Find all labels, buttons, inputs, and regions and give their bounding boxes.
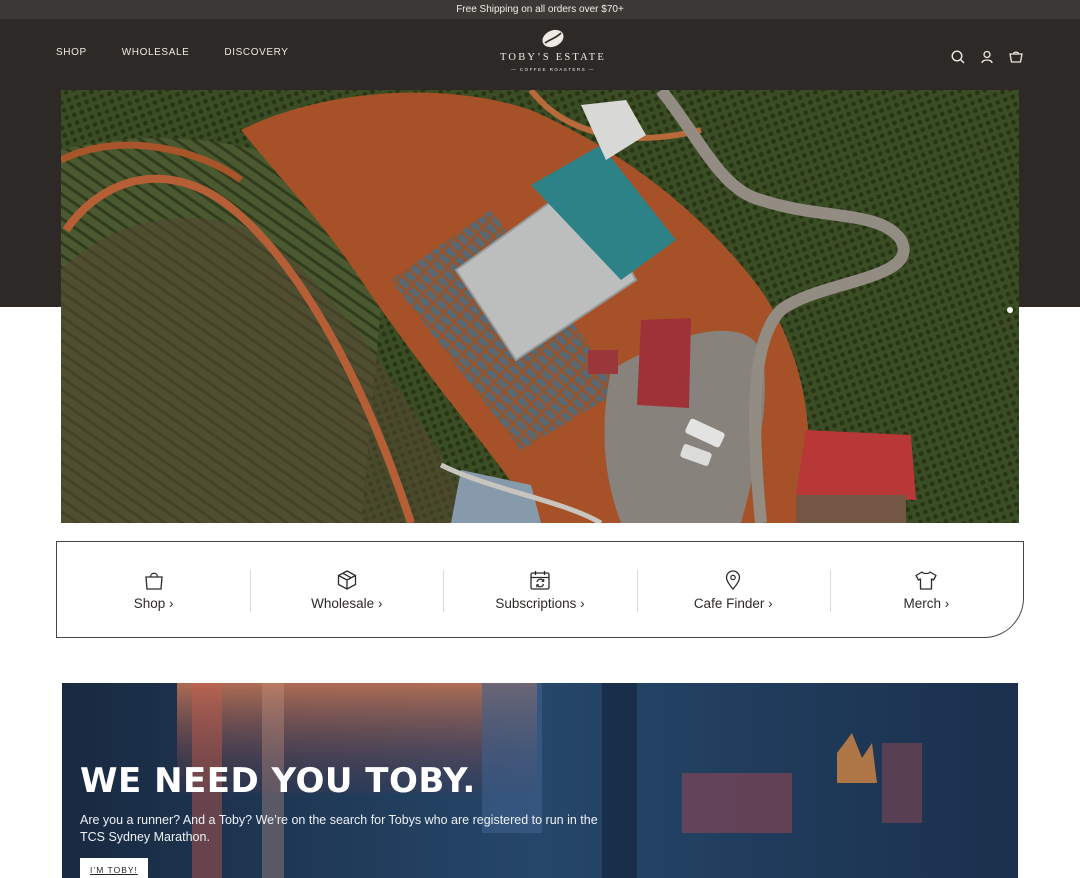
calendar-refresh-icon xyxy=(530,570,550,590)
promo-banner: WE NEED YOU TOBY. Are you a runner? And … xyxy=(62,683,1018,878)
im-toby-button[interactable]: I’M TOBY! xyxy=(80,858,148,878)
promo-body: Are you a runner? And a Toby? We’re on t… xyxy=(80,813,598,845)
promo-heading: WE NEED YOU TOBY. xyxy=(80,761,476,801)
site-logo[interactable]: TOBY’S ESTATE — COFFEE ROASTERS — xyxy=(490,29,616,81)
category-label: Shop › xyxy=(133,595,174,611)
nav-discovery[interactable]: DISCOVERY xyxy=(224,47,288,58)
box-icon xyxy=(337,569,356,590)
nav-shop[interactable]: SHOP xyxy=(56,47,87,58)
category-label: Merch › xyxy=(903,595,950,611)
main-nav: SHOP WHOLESALE DISCOVERY xyxy=(56,47,289,58)
category-label: Cafe Finder › xyxy=(693,595,773,611)
category-label: Wholesale › xyxy=(311,595,383,611)
category-wholesale[interactable]: Wholesale › xyxy=(250,542,443,637)
hero-illustration xyxy=(61,90,1019,523)
category-cafe-finder[interactable]: Cafe Finder › xyxy=(636,542,830,637)
header-icons xyxy=(950,49,1024,65)
account-icon[interactable] xyxy=(979,49,995,65)
category-merch[interactable]: Merch › xyxy=(829,542,1023,637)
search-icon[interactable] xyxy=(950,49,966,65)
category-shop[interactable]: Shop › xyxy=(57,542,250,637)
announcement-bar: Free Shipping on all orders over $70+ xyxy=(0,0,1080,19)
logo-tagline: — COFFEE ROASTERS — xyxy=(511,67,595,72)
logo-brand: TOBY’S ESTATE xyxy=(499,52,607,63)
promo-content: WE NEED YOU TOBY. Are you a runner? And … xyxy=(80,761,620,878)
nav-wholesale[interactable]: WHOLESALE xyxy=(122,47,190,58)
coffee-bean-icon xyxy=(542,29,564,48)
hero-image-aerial-farm[interactable] xyxy=(61,90,1019,523)
announcement-text: Free Shipping on all orders over $70+ xyxy=(456,4,624,15)
tshirt-icon xyxy=(915,570,938,590)
cart-icon[interactable] xyxy=(1008,49,1024,65)
bag-icon xyxy=(144,572,163,590)
carousel-dot-active[interactable] xyxy=(1007,307,1013,313)
category-bar: Shop › Wholesale › Subscriptions › Cafe … xyxy=(56,541,1024,638)
map-pin-icon xyxy=(726,569,741,590)
category-subscriptions[interactable]: Subscriptions › xyxy=(443,542,636,637)
category-label: Subscriptions › xyxy=(495,595,585,611)
